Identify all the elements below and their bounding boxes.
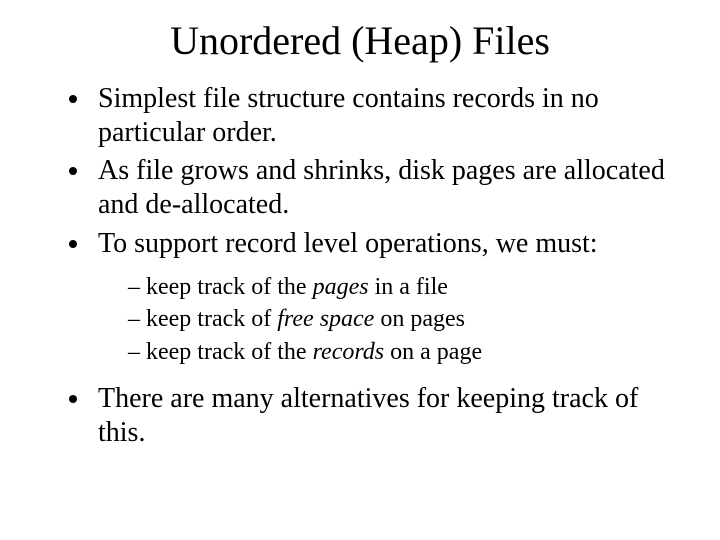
emphasis-text: records (313, 339, 385, 365)
sub-text: in a file (369, 274, 448, 300)
bullet-list: Simplest file structure contains records… (40, 82, 680, 450)
bullet-item: To support record level operations, we m… (92, 227, 680, 368)
emphasis-text: free space (277, 306, 374, 332)
slide-title: Unordered (Heap) Files (40, 18, 680, 64)
sub-text: keep track of the (146, 339, 313, 365)
bullet-item: There are many alternatives for keeping … (92, 382, 680, 450)
bullet-text: To support record level operations, we m… (98, 228, 598, 259)
slide: Unordered (Heap) Files Simplest file str… (0, 0, 720, 540)
sub-text: keep track of (146, 306, 277, 332)
sub-text: on pages (374, 306, 465, 332)
sub-bullet-item: keep track of the records on a page (128, 336, 680, 368)
emphasis-text: pages (313, 274, 369, 300)
bullet-item: As file grows and shrinks, disk pages ar… (92, 154, 680, 222)
sub-text: keep track of the (146, 274, 313, 300)
sub-bullet-list: keep track of the pages in a file keep t… (98, 271, 680, 368)
sub-bullet-item: keep track of the pages in a file (128, 271, 680, 303)
bullet-item: Simplest file structure contains records… (92, 82, 680, 150)
sub-bullet-item: keep track of free space on pages (128, 303, 680, 335)
sub-text: on a page (384, 339, 482, 365)
